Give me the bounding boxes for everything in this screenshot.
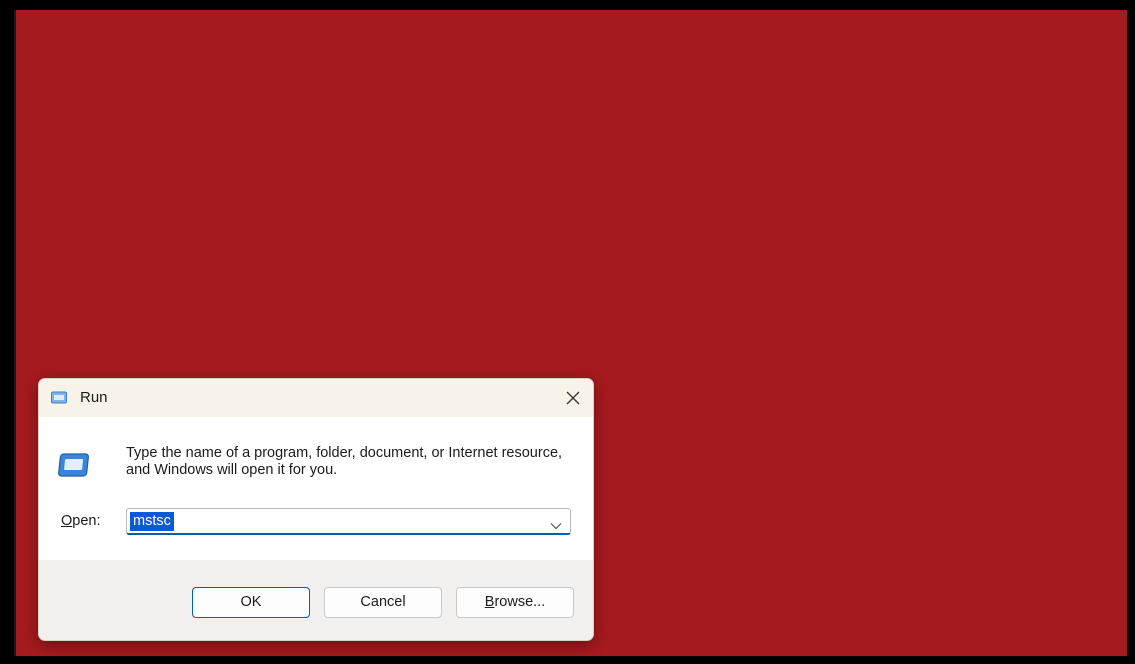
dialog-title: Run — [80, 389, 108, 406]
browse-mnemonic: B — [484, 594, 495, 610]
instruction-text: Type the name of a program, folder, docu… — [126, 445, 563, 478]
run-icon — [51, 391, 67, 405]
open-label: Open: — [61, 513, 101, 529]
close-button[interactable] — [553, 379, 593, 417]
browse-label-text: rowse... — [494, 594, 546, 610]
chevron-down-icon[interactable] — [550, 517, 562, 530]
open-label-mnemonic: O — [61, 513, 73, 529]
ok-button[interactable]: OK — [192, 587, 310, 618]
open-combobox[interactable]: mstsc — [126, 508, 571, 535]
run-program-icon — [57, 451, 93, 481]
run-dialog: Run Type the name of a program, folder, … — [38, 378, 594, 641]
cancel-button[interactable]: Cancel — [324, 587, 442, 618]
browse-button[interactable]: Browse... — [456, 587, 574, 618]
dialog-footer: OK Cancel Browse... — [39, 560, 593, 640]
title-bar: Run — [39, 379, 593, 417]
open-label-text: pen: — [72, 513, 101, 529]
close-icon — [566, 391, 580, 405]
open-input-value[interactable]: mstsc — [130, 512, 174, 531]
dialog-body: Type the name of a program, folder, docu… — [39, 417, 593, 560]
